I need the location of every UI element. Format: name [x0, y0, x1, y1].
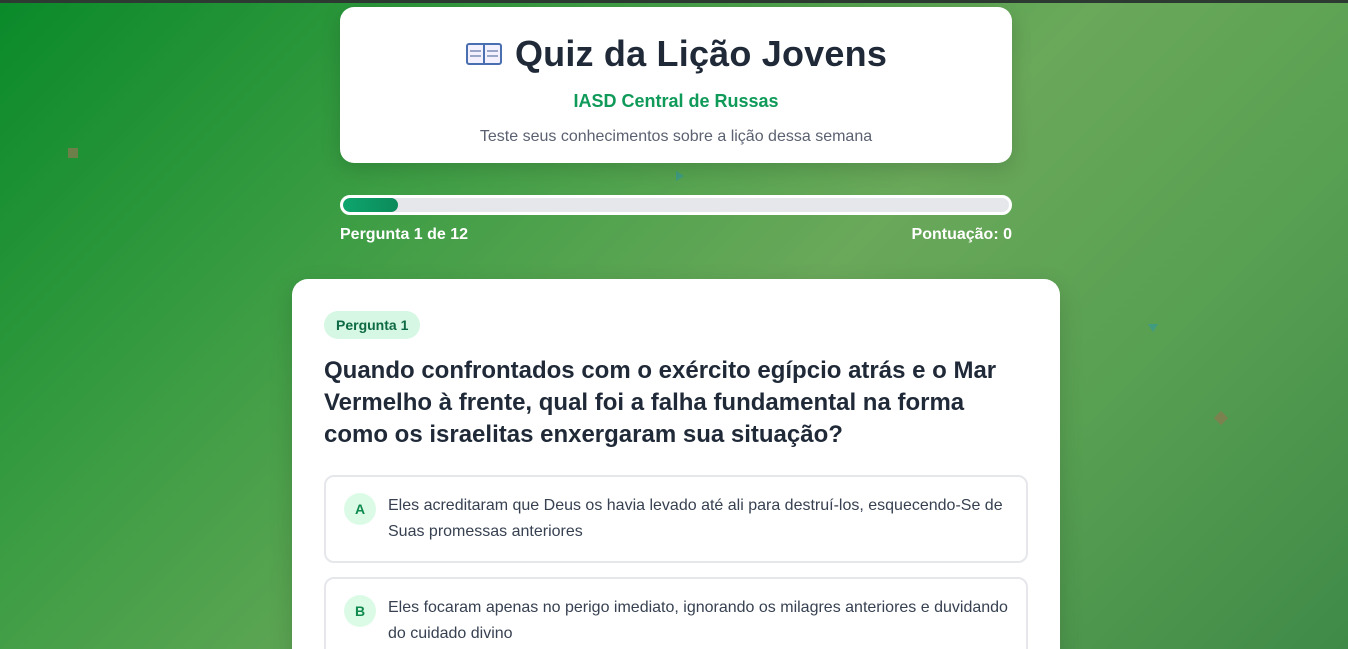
page-subtitle: Teste seus conhecimentos sobre a lição d…	[479, 128, 873, 145]
question-text: Quando confrontados com o exército egípc…	[324, 357, 997, 448]
option-b[interactable]: B Eles focaram apenas no perigo imediato…	[324, 577, 1028, 649]
title-row: Quiz da Lição Jovens	[340, 33, 1012, 75]
option-a[interactable]: A Eles acreditaram que Deus os havia lev…	[324, 475, 1028, 563]
open-book-icon	[465, 39, 503, 69]
confetti-square	[68, 148, 78, 158]
question-card: Pergunta 1 Quando confrontados com o exé…	[292, 279, 1060, 649]
score-label: Pontuação: 0	[911, 226, 1012, 243]
confetti-triangle	[1148, 324, 1158, 332]
question-badge: Pergunta 1	[324, 311, 421, 339]
option-letter: A	[344, 493, 376, 525]
confetti-triangle	[676, 171, 684, 181]
confetti-square	[1213, 410, 1229, 426]
option-text: Eles focaram apenas no perigo imediato, …	[388, 599, 1008, 642]
page-title: Quiz da Lição Jovens	[514, 33, 888, 74]
header-card: Quiz da Lição Jovens IASD Central de Rus…	[340, 7, 1012, 163]
option-letter: B	[344, 595, 376, 627]
option-text: Eles acreditaram que Deus os havia levad…	[388, 497, 1003, 540]
progress-fill	[343, 198, 399, 212]
question-counter: Pergunta 1 de 12	[340, 226, 469, 243]
progress-bar	[340, 195, 1012, 215]
church-name: IASD Central de Russas	[573, 91, 779, 111]
options-list: A Eles acreditaram que Deus os havia lev…	[324, 475, 1028, 649]
